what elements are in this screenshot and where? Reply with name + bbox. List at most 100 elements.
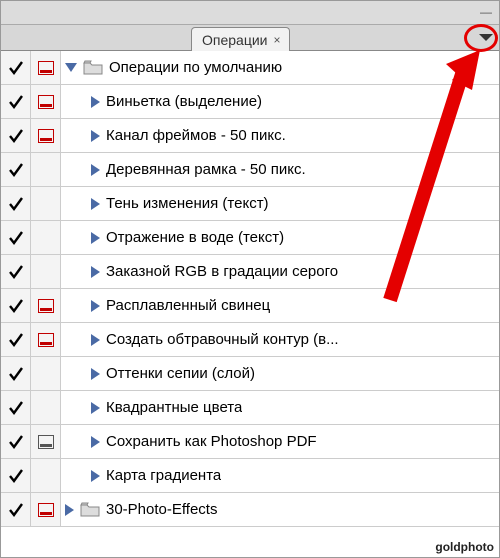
row-content: Квадрантные цвета (61, 391, 499, 424)
dialog-toggle-icon[interactable] (38, 129, 54, 143)
dialog-column[interactable] (31, 221, 61, 254)
toggle-column[interactable] (1, 119, 31, 152)
row-content: Расплавленный свинец (61, 289, 499, 322)
action-row[interactable]: Отражение в воде (текст) (1, 221, 499, 255)
checkmark-icon (8, 366, 24, 382)
dialog-column[interactable] (31, 357, 61, 390)
disclosure-triangle-icon[interactable] (91, 436, 100, 448)
minimize-icon[interactable]: — (477, 6, 495, 20)
toggle-column[interactable] (1, 187, 31, 220)
row-content: Создать обтравочный контур (в... (61, 323, 499, 356)
disclosure-triangle-icon[interactable] (91, 232, 100, 244)
dialog-toggle-icon[interactable] (38, 435, 54, 449)
dialog-column[interactable] (31, 459, 61, 492)
dialog-toggle-icon[interactable] (38, 333, 54, 347)
disclosure-triangle-icon[interactable] (65, 504, 74, 516)
actions-list[interactable]: Операции по умолчанию Виньетка (выделение… (1, 51, 499, 557)
dialog-toggle-icon[interactable] (38, 503, 54, 517)
checkmark-icon (8, 332, 24, 348)
checkmark-icon (8, 502, 24, 518)
disclosure-triangle-icon[interactable] (91, 402, 100, 414)
dialog-column[interactable] (31, 425, 61, 458)
disclosure-triangle-icon[interactable] (91, 368, 100, 380)
toggle-column[interactable] (1, 357, 31, 390)
disclosure-triangle-icon[interactable] (91, 96, 100, 108)
actions-panel: — Операции × Операции по умолчанию Виньет… (0, 0, 500, 558)
row-content: Заказной RGB в градации серого (61, 255, 499, 288)
dialog-toggle-icon[interactable] (38, 299, 54, 313)
action-label: Деревянная рамка - 50 пикс. (106, 161, 306, 178)
action-label: Расплавленный свинец (106, 297, 270, 314)
tab-actions[interactable]: Операции × (191, 27, 290, 51)
checkmark-icon (8, 128, 24, 144)
action-label: Оттенки сепии (слой) (106, 365, 255, 382)
toggle-column[interactable] (1, 85, 31, 118)
dialog-column[interactable] (31, 391, 61, 424)
action-row[interactable]: Заказной RGB в градации серого (1, 255, 499, 289)
action-set-row[interactable]: 30-Photo-Effects (1, 493, 499, 527)
disclosure-triangle-icon[interactable] (65, 63, 77, 72)
action-label: Заказной RGB в градации серого (106, 263, 338, 280)
dialog-column[interactable] (31, 153, 61, 186)
action-set-row[interactable]: Операции по умолчанию (1, 51, 499, 85)
toggle-column[interactable] (1, 255, 31, 288)
action-set-label: Операции по умолчанию (109, 59, 282, 76)
dialog-column[interactable] (31, 187, 61, 220)
dialog-column[interactable] (31, 323, 61, 356)
checkmark-icon (8, 162, 24, 178)
action-set-label: 30-Photo-Effects (106, 501, 217, 518)
action-row[interactable]: Деревянная рамка - 50 пикс. (1, 153, 499, 187)
disclosure-triangle-icon[interactable] (91, 300, 100, 312)
toggle-column[interactable] (1, 391, 31, 424)
row-content: Оттенки сепии (слой) (61, 357, 499, 390)
row-content: 30-Photo-Effects (61, 493, 499, 526)
dialog-toggle-icon[interactable] (38, 61, 54, 75)
tab-label: Операции (202, 32, 268, 48)
dialog-column[interactable] (31, 85, 61, 118)
dialog-column[interactable] (31, 493, 61, 526)
action-row[interactable]: Виньетка (выделение) (1, 85, 499, 119)
action-label: Тень изменения (текст) (106, 195, 269, 212)
action-row[interactable]: Оттенки сепии (слой) (1, 357, 499, 391)
row-content: Деревянная рамка - 50 пикс. (61, 153, 499, 186)
disclosure-triangle-icon[interactable] (91, 198, 100, 210)
action-label: Создать обтравочный контур (в... (106, 331, 339, 348)
dialog-column[interactable] (31, 51, 61, 84)
disclosure-triangle-icon[interactable] (91, 470, 100, 482)
toggle-column[interactable] (1, 221, 31, 254)
action-label: Канал фреймов - 50 пикс. (106, 127, 286, 144)
folder-icon (83, 60, 103, 75)
disclosure-triangle-icon[interactable] (91, 130, 100, 142)
dialog-toggle-icon[interactable] (38, 95, 54, 109)
close-icon[interactable]: × (274, 33, 281, 47)
checkmark-icon (8, 196, 24, 212)
checkmark-icon (8, 434, 24, 450)
disclosure-triangle-icon[interactable] (91, 266, 100, 278)
toggle-column[interactable] (1, 425, 31, 458)
toggle-column[interactable] (1, 459, 31, 492)
dialog-column[interactable] (31, 119, 61, 152)
toggle-column[interactable] (1, 323, 31, 356)
toggle-column[interactable] (1, 51, 31, 84)
panel-titlebar: — (1, 1, 499, 25)
toggle-column[interactable] (1, 153, 31, 186)
action-row[interactable]: Канал фреймов - 50 пикс. (1, 119, 499, 153)
disclosure-triangle-icon[interactable] (91, 334, 100, 346)
action-row[interactable]: Квадрантные цвета (1, 391, 499, 425)
action-row[interactable]: Создать обтравочный контур (в... (1, 323, 499, 357)
dialog-column[interactable] (31, 289, 61, 322)
toggle-column[interactable] (1, 493, 31, 526)
toggle-column[interactable] (1, 289, 31, 322)
checkmark-icon (8, 230, 24, 246)
action-row[interactable]: Тень изменения (текст) (1, 187, 499, 221)
panel-menu-button[interactable] (477, 29, 495, 45)
watermark: goldphoto (435, 540, 494, 554)
row-content: Тень изменения (текст) (61, 187, 499, 220)
action-row[interactable]: Карта градиента (1, 459, 499, 493)
checkmark-icon (8, 94, 24, 110)
checkmark-icon (8, 298, 24, 314)
action-row[interactable]: Расплавленный свинец (1, 289, 499, 323)
disclosure-triangle-icon[interactable] (91, 164, 100, 176)
dialog-column[interactable] (31, 255, 61, 288)
action-row[interactable]: Сохранить как Photoshop PDF (1, 425, 499, 459)
